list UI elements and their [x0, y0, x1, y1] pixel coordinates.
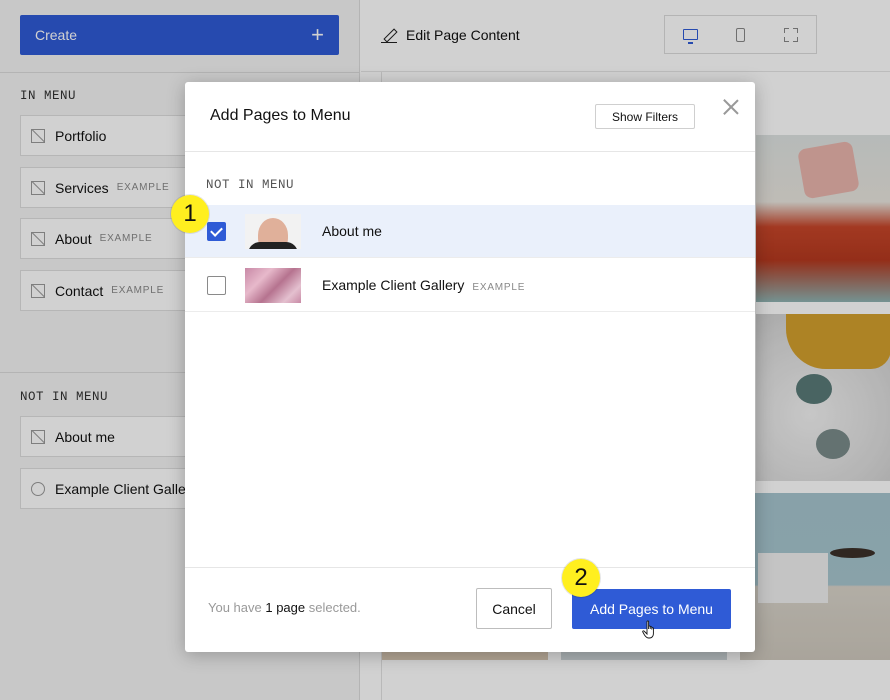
close-icon[interactable] [722, 98, 740, 116]
add-pages-modal: Add Pages to Menu Show Filters NOT IN ME… [185, 82, 755, 652]
modal-footer: You have 1 page selected. Cancel Add Pag… [185, 567, 755, 652]
modal-header: Add Pages to Menu Show Filters [185, 82, 755, 152]
step-badge-2: 2 [562, 559, 600, 597]
step-badge-1: 1 [171, 195, 209, 233]
selection-count: 1 page [265, 600, 306, 615]
selection-count-text: You have 1 page selected. [208, 600, 361, 615]
page-checkbox[interactable] [207, 221, 226, 241]
page-row-title: Example Client Gallery EXAMPLE [322, 277, 526, 293]
page-row-example-client-gallery[interactable]: Example Client Gallery EXAMPLE [185, 259, 755, 312]
gallery-thumbnail [245, 267, 301, 303]
page-checkbox[interactable] [207, 275, 226, 295]
page-row-about-me[interactable]: About me [185, 205, 755, 258]
not-in-menu-label: NOT IN MENU [206, 178, 295, 192]
about-me-thumbnail [245, 213, 301, 249]
example-tag: EXAMPLE [472, 282, 526, 293]
page-row-title: About me [322, 223, 382, 239]
modal-title: Add Pages to Menu [210, 107, 351, 124]
show-filters-button[interactable]: Show Filters [595, 104, 695, 129]
hand-cursor-icon [642, 620, 654, 639]
cancel-button[interactable]: Cancel [476, 588, 552, 629]
